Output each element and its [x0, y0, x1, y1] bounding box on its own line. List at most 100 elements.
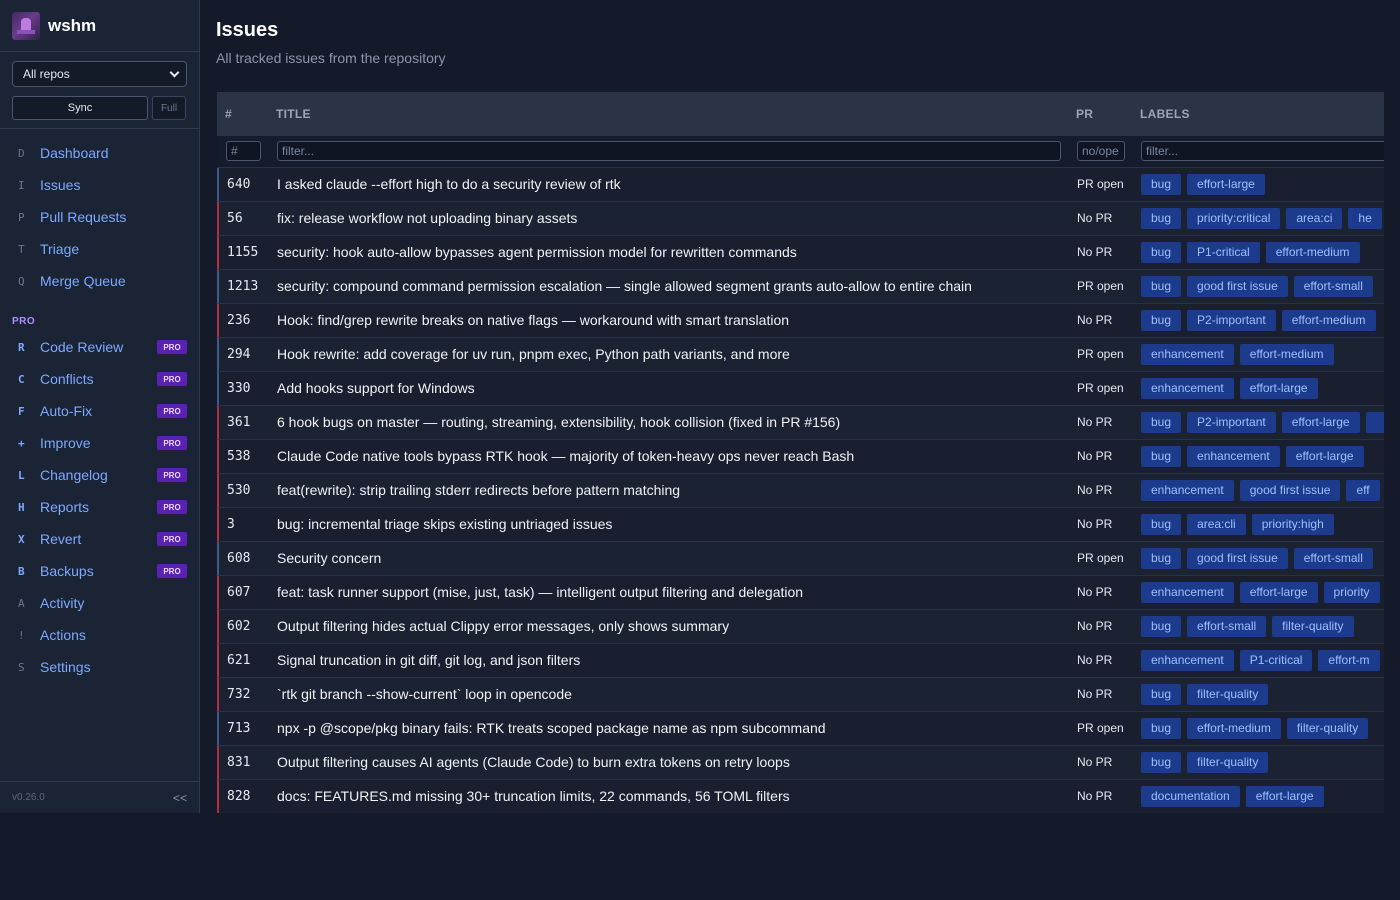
sidebar-item-actions[interactable]: ! Actions — [0, 619, 199, 651]
column-header-pr[interactable]: PR — [1076, 92, 1093, 136]
issue-title[interactable]: security: hook auto-allow bypasses agent… — [277, 236, 797, 269]
label-badge[interactable]: effort-large — [1187, 174, 1265, 195]
label-badge[interactable]: effort-small — [1293, 548, 1373, 569]
sidebar-item-merge-queue[interactable]: Q Merge Queue — [0, 265, 199, 297]
label-badge[interactable]: P2-important — [1187, 412, 1276, 433]
label-badge[interactable]: bug — [1141, 514, 1182, 535]
label-badge[interactable]: enhancement — [1141, 582, 1234, 603]
pr-filter-input[interactable]: no/ope — [1077, 141, 1125, 161]
label-badge[interactable]: bug — [1141, 548, 1182, 569]
issue-title[interactable]: Add hooks support for Windows — [277, 372, 475, 405]
label-badge[interactable]: bug — [1141, 310, 1182, 331]
issue-title[interactable]: npx -p @scope/pkg binary fails: RTK trea… — [277, 712, 826, 745]
column-header-number[interactable]: # — [225, 92, 232, 136]
issue-title[interactable]: `rtk git branch --show-current` loop in … — [277, 678, 572, 711]
table-row[interactable]: 621 Signal truncation in git diff, git lo… — [217, 644, 1384, 678]
label-badge[interactable]: enhancement — [1141, 480, 1234, 501]
label-badge[interactable]: effort-large — [1239, 582, 1318, 603]
sidebar-item-triage[interactable]: T Triage — [0, 233, 199, 265]
labels-filter-input[interactable]: filter... — [1141, 141, 1384, 161]
label-badge[interactable]: eff — [1346, 480, 1380, 501]
issue-title[interactable]: Signal truncation in git diff, git log, … — [277, 644, 580, 677]
label-badge[interactable]: bug — [1141, 242, 1182, 263]
label-badge[interactable]: bug — [1141, 718, 1182, 739]
label-badge[interactable]: effort-large — [1239, 378, 1318, 399]
label-badge[interactable]: filter-quality — [1187, 752, 1269, 773]
label-badge[interactable]: bug — [1141, 208, 1182, 229]
issue-title[interactable]: Output filtering causes AI agents (Claud… — [277, 746, 790, 779]
sidebar-item-issues[interactable]: I Issues — [0, 169, 199, 201]
sidebar-item-improve[interactable]: + Improve PRO — [0, 427, 199, 459]
issue-title[interactable]: 6 hook bugs on master — routing, streami… — [277, 406, 840, 439]
label-badge[interactable]: he — [1348, 208, 1382, 229]
sidebar-item-revert[interactable]: X Revert PRO — [0, 523, 199, 555]
label-badge[interactable]: area:cli — [1187, 514, 1246, 535]
issue-title[interactable]: feat: task runner support (mise, just, t… — [277, 576, 803, 609]
collapse-sidebar-button[interactable]: << — [173, 791, 187, 805]
label-badge[interactable]: bug — [1141, 684, 1182, 705]
title-filter-input[interactable]: filter... — [277, 141, 1061, 161]
issue-title[interactable]: Security concern — [277, 542, 381, 575]
label-badge[interactable]: enhancement — [1141, 650, 1234, 671]
label-badge[interactable]: effort-large — [1245, 786, 1324, 807]
label-badge[interactable]: bug — [1141, 616, 1182, 637]
table-row[interactable]: 828 docs: FEATURES.md missing 30+ truncat… — [217, 780, 1384, 813]
table-row[interactable]: 294 Hook rewrite: add coverage for uv run… — [217, 338, 1384, 372]
table-row[interactable]: 361 6 hook bugs on master — routing, stre… — [217, 406, 1384, 440]
table-row[interactable]: 640 I asked claude --effort high to do a … — [217, 168, 1384, 202]
label-badge[interactable]: priority:high — [1251, 514, 1334, 535]
table-row[interactable]: 602 Output filtering hides actual Clippy … — [217, 610, 1384, 644]
label-badge[interactable]: P1-critical — [1187, 242, 1260, 263]
issue-title[interactable]: Claude Code native tools bypass RTK hook… — [277, 440, 854, 473]
sidebar-item-code-review[interactable]: R Code Review PRO — [0, 331, 199, 363]
table-row[interactable]: 608 Security concern PR open bug good first … — [217, 542, 1384, 576]
issue-title[interactable]: Hook: find/grep rewrite breaks on native… — [277, 304, 789, 337]
sidebar-item-changelog[interactable]: L Changelog PRO — [0, 459, 199, 491]
table-row[interactable]: 607 feat: task runner support (mise, just… — [217, 576, 1384, 610]
sidebar-item-pull-requests[interactable]: P Pull Requests — [0, 201, 199, 233]
table-row[interactable]: 56 fix: release workflow not uploading bi… — [217, 202, 1384, 236]
column-header-labels[interactable]: LABELS — [1140, 92, 1190, 136]
issue-title[interactable]: bug: incremental triage skips existing u… — [277, 508, 612, 541]
number-filter-input[interactable]: # — [226, 141, 261, 161]
issue-title[interactable]: docs: FEATURES.md missing 30+ truncation… — [277, 780, 790, 813]
table-row[interactable]: 3 bug: incremental triage skips existing … — [217, 508, 1384, 542]
label-badge[interactable]: effort-large — [1281, 412, 1360, 433]
label-badge[interactable]: effort-m — [1318, 650, 1380, 671]
table-row[interactable]: 713 npx -p @scope/pkg binary fails: RTK t… — [217, 712, 1384, 746]
table-row[interactable]: 538 Claude Code native tools bypass RTK h… — [217, 440, 1384, 474]
table-row[interactable]: 236 Hook: find/grep rewrite breaks on nat… — [217, 304, 1384, 338]
sidebar-item-auto-fix[interactable]: F Auto-Fix PRO — [0, 395, 199, 427]
table-row[interactable]: 530 feat(rewrite): strip trailing stderr … — [217, 474, 1384, 508]
sidebar-item-settings[interactable]: S Settings — [0, 651, 199, 683]
label-badge[interactable]: good first issue — [1187, 276, 1288, 297]
label-badge[interactable] — [1365, 412, 1384, 433]
label-badge[interactable]: bug — [1141, 412, 1182, 433]
table-row[interactable]: 831 Output filtering causes AI agents (Cl… — [217, 746, 1384, 780]
label-badge[interactable]: priority:critical — [1187, 208, 1281, 229]
label-badge[interactable]: enhancement — [1187, 446, 1280, 467]
table-row[interactable]: 1213 security: compound command permissio… — [217, 270, 1384, 304]
label-badge[interactable]: filter-quality — [1286, 718, 1369, 739]
sidebar-item-dashboard[interactable]: D Dashboard — [0, 137, 199, 169]
label-badge[interactable]: area:ci — [1286, 208, 1343, 229]
label-badge[interactable]: effort-medium — [1187, 718, 1281, 739]
label-badge[interactable]: P2-important — [1187, 310, 1276, 331]
label-badge[interactable]: enhancement — [1141, 378, 1234, 399]
sidebar-item-backups[interactable]: B Backups PRO — [0, 555, 199, 587]
sidebar-item-conflicts[interactable]: C Conflicts PRO — [0, 363, 199, 395]
label-badge[interactable]: effort-medium — [1281, 310, 1376, 331]
label-badge[interactable]: effort-medium — [1265, 242, 1360, 263]
brand[interactable]: wshm — [0, 0, 199, 52]
label-badge[interactable]: bug — [1141, 174, 1182, 195]
sidebar-item-reports[interactable]: H Reports PRO — [0, 491, 199, 523]
label-badge[interactable]: good first issue — [1239, 480, 1341, 501]
label-badge[interactable]: P1-critical — [1239, 650, 1313, 671]
sidebar-item-activity[interactable]: A Activity — [0, 587, 199, 619]
label-badge[interactable]: priority — [1323, 582, 1380, 603]
table-row[interactable]: 1155 security: hook auto-allow bypasses a… — [217, 236, 1384, 270]
label-badge[interactable]: enhancement — [1141, 344, 1234, 365]
issue-title[interactable]: security: compound command permission es… — [277, 270, 972, 303]
repo-select[interactable]: All repos — [12, 61, 187, 87]
label-badge[interactable]: filter-quality — [1272, 616, 1354, 637]
